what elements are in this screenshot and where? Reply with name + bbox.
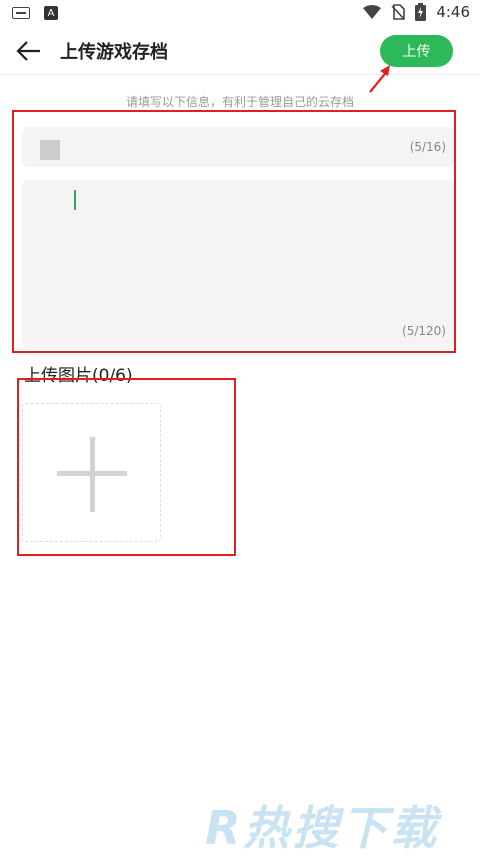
text-a-icon: A xyxy=(44,6,58,20)
name-char-counter: (5/16) xyxy=(409,140,446,154)
annotation-arrow xyxy=(369,65,390,93)
keyboard-icon xyxy=(12,7,30,19)
top-app-bar: 上传游戏存档 上传 xyxy=(0,28,480,75)
status-bar: A 4:46 xyxy=(0,0,480,28)
save-description-textarea[interactable]: (5/120) xyxy=(22,180,454,348)
page-title: 上传游戏存档 xyxy=(60,42,168,63)
description-char-counter: (5/120) xyxy=(402,324,446,338)
input-text-placeholder xyxy=(40,140,60,160)
back-arrow-icon[interactable] xyxy=(14,36,44,66)
battery-charging-icon xyxy=(415,3,427,21)
watermark-logo: R热搜下载 xyxy=(205,801,440,855)
add-image-button[interactable] xyxy=(22,403,161,542)
save-name-input[interactable]: (5/16) xyxy=(22,127,454,167)
status-time: 4:46 xyxy=(436,3,470,21)
text-cursor xyxy=(74,190,76,210)
wifi-icon xyxy=(363,5,382,19)
plus-icon-vertical xyxy=(90,437,95,512)
no-sim-icon xyxy=(391,4,406,20)
form-hint: 请填写以下信息，有利于管理自己的云存档 xyxy=(125,95,354,109)
